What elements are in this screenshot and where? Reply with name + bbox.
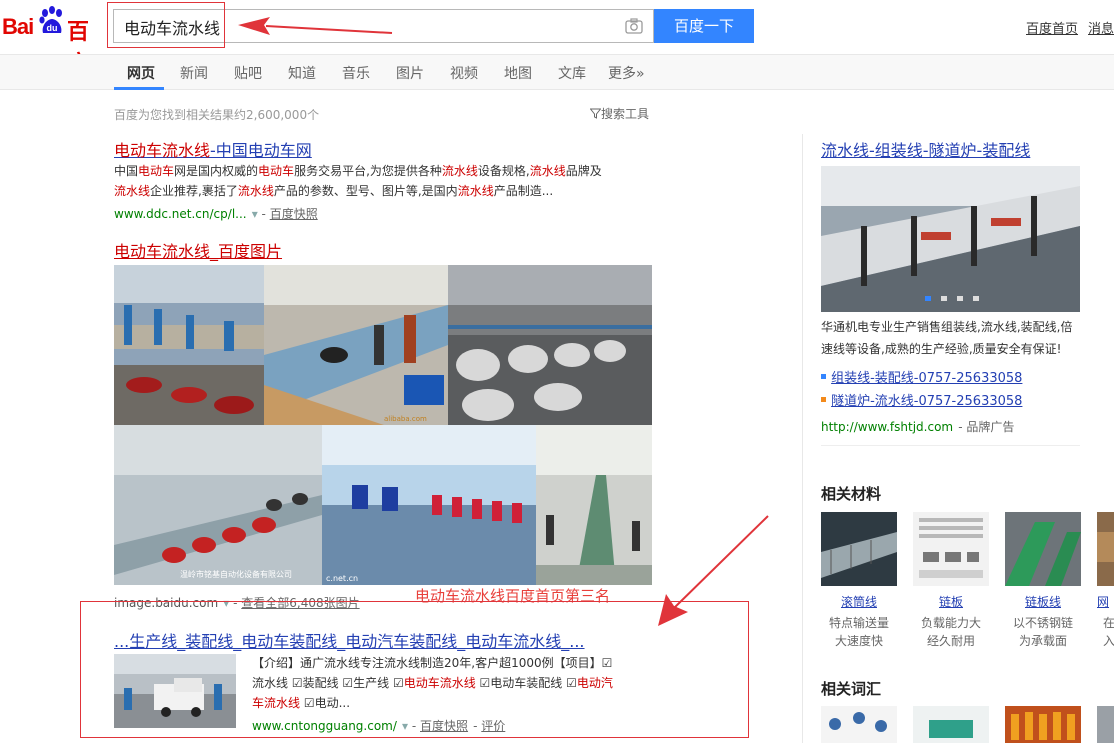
term-thumb-1[interactable]	[821, 706, 897, 743]
image-5-watermark: c.net.cn	[326, 574, 358, 583]
result-3-abstract-line-3: 车流水线 ☑电动...	[252, 696, 351, 710]
material-thumb-3[interactable]	[1005, 512, 1081, 586]
tab-web[interactable]: 网页	[127, 63, 155, 83]
square-bullet-icon	[821, 397, 826, 402]
image-4-watermark: 温岭市铭基自动化设备有限公司	[180, 569, 292, 579]
right-ad-brand: 品牌广告	[966, 420, 1015, 434]
material-thumb-2[interactable]	[913, 512, 989, 586]
right-ad-desc: 华通机电专业生产销售组装线,流水线,装配线,倍速线等设备,成熟的生产经验,质量安…	[821, 320, 1073, 356]
result-1-abstract-line-2: 流水线企业推荐,裹括了流水线产品的参数、型号、图片等,是国内流水线产品制造...	[114, 184, 554, 198]
right-ad-separator	[821, 445, 1080, 446]
tab-news[interactable]: 新闻	[180, 63, 208, 83]
filter-icon	[589, 108, 602, 119]
result-1-footer: www.ddc.net.cn/cp/l... ▾ - 百度快照	[114, 207, 318, 221]
arrow-annotation-icon	[238, 17, 393, 35]
material-desc-1b: 大速度快	[834, 634, 883, 648]
result-3-title[interactable]: ...生产线_装配线_电动车装配线_电动汽车装配线_电动车流水线_...	[114, 628, 585, 652]
tab-more[interactable]: 更多»	[608, 63, 645, 83]
material-desc-3a: 以不锈钢链	[1012, 616, 1073, 630]
material-label-2[interactable]: 链板	[913, 593, 989, 610]
result-count: 百度为您找到相关结果约2,600,000个	[114, 108, 320, 122]
tab-video[interactable]: 视频	[450, 63, 478, 83]
result-3-review-link[interactable]: 评价	[481, 719, 505, 733]
term-thumb-4[interactable]	[1097, 706, 1114, 743]
result-3-url[interactable]: www.cntongguang.com/	[252, 719, 397, 733]
logo-text-bai: Bai	[2, 14, 34, 39]
chevron-down-icon[interactable]: ▾	[402, 719, 412, 733]
search-tools-label: 搜索工具	[601, 107, 650, 121]
material-desc-2b: 经久耐用	[926, 634, 975, 648]
right-ad-title[interactable]: 流水线-组装线-隧道炉-装配线	[821, 137, 1030, 161]
tab-wenku[interactable]: 文库	[558, 63, 586, 83]
result-3-footer: www.cntongguang.com/ ▾ - 百度快照 - 评价	[252, 719, 506, 733]
term-thumb-2[interactable]	[913, 706, 989, 743]
tab-zhidao[interactable]: 知道	[288, 63, 316, 83]
tab-images[interactable]: 图片	[396, 63, 424, 83]
baidu-paw-icon: du	[39, 6, 62, 33]
material-label-3[interactable]: 链板线	[1005, 593, 1081, 610]
search-button[interactable]: 百度一下	[654, 9, 754, 43]
material-desc-4a: 在	[1103, 616, 1114, 630]
active-tab-underline	[114, 87, 164, 90]
related-terms-title: 相关词汇	[821, 680, 882, 698]
image-thumb-3[interactable]	[448, 265, 652, 425]
result-3-snapshot-link[interactable]: 百度快照	[420, 719, 468, 733]
result-3-thumbnail[interactable]	[114, 654, 236, 728]
chevron-down-icon[interactable]: ▾	[252, 207, 262, 221]
image-thumb-4[interactable]: 温岭市铭基自动化设备有限公司	[114, 425, 322, 585]
result-3-abstract-line-1: 【介绍】通广流水线专注流水线制造20年,客户超1000例【项目】☑	[252, 656, 613, 670]
tab-tieba[interactable]: 贴吧	[234, 63, 262, 83]
search-tools[interactable]: 搜索工具	[589, 105, 650, 122]
right-ad-image[interactable]	[821, 166, 1080, 312]
image-2-watermark: alibaba.com	[384, 415, 427, 423]
result-1-title[interactable]: 电动车流水线-中国电动车网	[114, 137, 312, 161]
related-materials-title: 相关材料	[821, 485, 882, 503]
result-1-url[interactable]: www.ddc.net.cn/cp/l...	[114, 207, 247, 221]
material-label-1[interactable]: 滚筒线	[821, 593, 897, 610]
image-thumb-1[interactable]	[114, 265, 264, 425]
search-highlight-box	[107, 2, 225, 48]
result-2-title[interactable]: 电动车流水线_百度图片	[114, 238, 282, 262]
material-desc-2a: 负载能力大	[920, 616, 981, 630]
material-desc-1a: 特点输送量	[828, 616, 889, 630]
result-1-abstract-line-1: 中国电动车网是国内权威的电动车服务交易平台,为您提供各种流水线设备规格,流水线品…	[114, 164, 602, 178]
result-3-abstract-line-2: 流水线 ☑装配线 ☑生产线 ☑电动车流水线 ☑电动车装配线 ☑电动汽	[252, 676, 613, 690]
header-link-messages[interactable]: 消息	[1088, 18, 1114, 37]
image-thumb-5[interactable]: c.net.cn	[322, 425, 536, 585]
result-1-snapshot-link[interactable]: 百度快照	[270, 207, 318, 221]
camera-icon[interactable]	[625, 18, 643, 34]
right-ad-link-1[interactable]: 组装线-装配线-0757-25633058	[821, 367, 1022, 386]
baidu-logo[interactable]: Bai du 百度	[2, 4, 106, 77]
term-thumb-3[interactable]	[1005, 706, 1081, 743]
square-bullet-icon	[821, 374, 826, 379]
tab-music[interactable]: 音乐	[342, 63, 370, 83]
material-label-4[interactable]: 网	[1097, 593, 1114, 610]
right-ad-url[interactable]: http://www.fshtjd.com	[821, 420, 953, 434]
result-1-title-em: 电动车流水线	[114, 141, 211, 160]
material-desc-4b: 入	[1103, 634, 1114, 648]
image-thumb-6[interactable]	[536, 425, 652, 585]
column-divider	[802, 134, 803, 743]
result-1-title-rest: -中国电动车网	[210, 141, 312, 160]
search-tabs-nav: 网页 新闻 贴吧 知道 音乐 图片 视频 地图 文库 更多»	[0, 54, 1114, 90]
image-grid: alibaba.com 温岭市铭基自动化设备有限公司 c.net.cn	[114, 265, 652, 585]
image-thumb-2[interactable]: alibaba.com	[264, 265, 448, 425]
material-desc-3b: 为承载面	[1018, 634, 1067, 648]
logo-text-du: du	[47, 23, 58, 33]
material-thumb-4[interactable]	[1097, 512, 1114, 586]
material-thumb-1[interactable]	[821, 512, 897, 586]
right-ad-link-2[interactable]: 隧道炉-流水线-0757-25633058	[821, 390, 1022, 409]
header-link-home[interactable]: 百度首页	[1026, 18, 1078, 37]
right-ad-footer: http://www.fshtjd.com - 品牌广告	[821, 420, 1015, 434]
tab-map[interactable]: 地图	[504, 63, 532, 83]
